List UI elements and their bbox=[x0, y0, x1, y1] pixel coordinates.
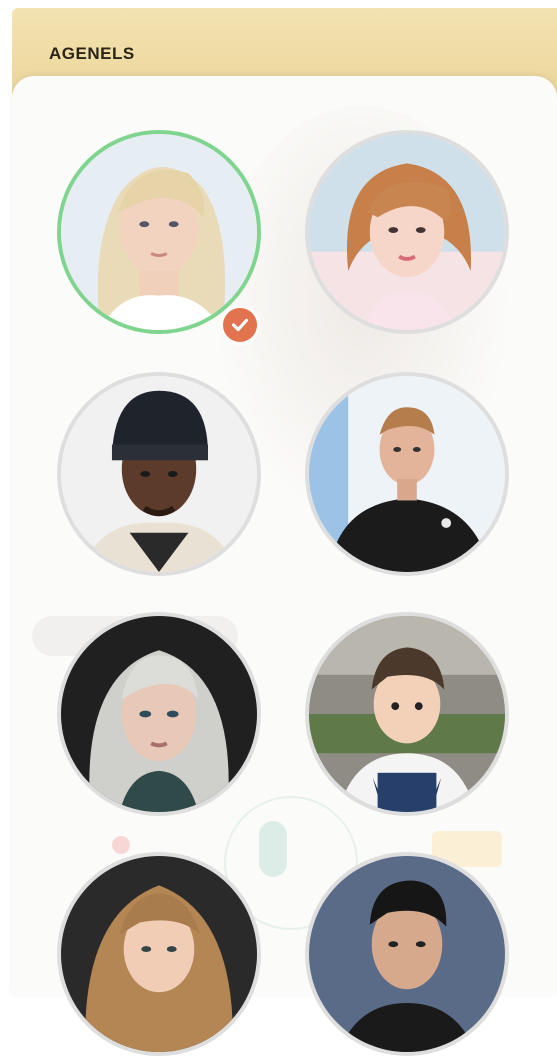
avatar-man-black-tshirt[interactable] bbox=[305, 372, 509, 576]
avatar-man-black-beanie-image bbox=[61, 376, 257, 572]
selected-check-badge bbox=[220, 305, 260, 345]
avatar-curly-hair-girl-image bbox=[61, 856, 257, 1052]
avatar-silver-hair-woman-image bbox=[61, 616, 257, 812]
avatar-toddler-overalls-image bbox=[309, 616, 505, 812]
microphone-icon bbox=[259, 821, 287, 877]
background-dot bbox=[112, 836, 130, 854]
avatar-dark-hair-man-image bbox=[309, 856, 505, 1052]
avatar-dark-hair-man[interactable] bbox=[305, 852, 509, 1056]
avatar-curly-hair-girl[interactable] bbox=[57, 852, 261, 1056]
avatar-auburn-hair-woman-image bbox=[309, 134, 505, 330]
page-title: AGENELS bbox=[49, 44, 135, 63]
avatar-blonde-woman-image bbox=[61, 134, 257, 330]
avatar-man-black-beanie[interactable] bbox=[57, 372, 261, 576]
avatar-toddler-overalls[interactable] bbox=[305, 612, 509, 816]
avatar-blonde-woman[interactable] bbox=[57, 130, 261, 334]
avatar-auburn-hair-woman[interactable] bbox=[305, 130, 509, 334]
avatar-silver-hair-woman[interactable] bbox=[57, 612, 261, 816]
avatar-man-black-tshirt-image bbox=[309, 376, 505, 572]
check-icon bbox=[231, 318, 249, 332]
